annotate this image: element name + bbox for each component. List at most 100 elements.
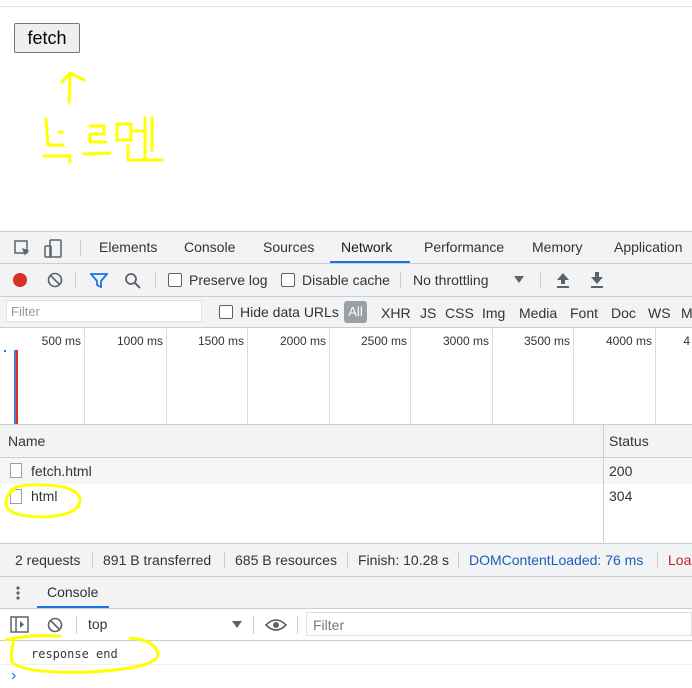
request-status: 304 bbox=[609, 488, 633, 504]
drawer-tabbar: Console bbox=[0, 577, 692, 609]
active-tab-indicator bbox=[330, 261, 410, 263]
tab-performance[interactable]: Performance bbox=[424, 232, 504, 263]
preserve-log-label: Preserve log bbox=[189, 272, 268, 288]
column-divider bbox=[603, 458, 604, 542]
throttling-select[interactable]: No throttling bbox=[413, 272, 488, 288]
tab-elements[interactable]: Elements bbox=[99, 232, 157, 263]
type-filter-img[interactable]: Img bbox=[482, 297, 505, 327]
summary-divider bbox=[347, 552, 348, 568]
handwritten-annotation bbox=[42, 71, 164, 164]
toolbar-divider bbox=[155, 272, 156, 288]
load-marker bbox=[16, 350, 18, 424]
disable-cache-label: Disable cache bbox=[302, 272, 390, 288]
timeline-tick-label: 4 bbox=[683, 334, 690, 348]
toolbar-divider bbox=[400, 272, 401, 288]
table-row[interactable]: html 304 bbox=[0, 484, 692, 510]
console-filter-input[interactable]: Filter bbox=[306, 612, 692, 636]
chevron-down-icon bbox=[514, 276, 524, 283]
resources-size: 685 B resources bbox=[235, 552, 337, 568]
chevron-down-icon bbox=[232, 621, 242, 628]
column-divider bbox=[603, 425, 604, 457]
type-filter-css[interactable]: CSS bbox=[445, 297, 474, 327]
disable-cache-checkbox[interactable] bbox=[281, 273, 295, 287]
toolbar-divider bbox=[540, 272, 541, 288]
arrow-up-icon bbox=[60, 71, 86, 104]
console-filter-placeholder: Filter bbox=[313, 617, 345, 633]
filter-icon[interactable] bbox=[90, 272, 108, 288]
timeline-tick-label: 3000 ms bbox=[442, 334, 489, 348]
import-har-icon[interactable] bbox=[555, 271, 571, 289]
clear-console-icon[interactable] bbox=[47, 617, 63, 633]
device-toolbar-icon[interactable] bbox=[44, 239, 64, 259]
console-toolbar: top Filter bbox=[0, 609, 692, 641]
tab-sources[interactable]: Sources bbox=[263, 232, 314, 263]
request-name: fetch.html bbox=[31, 463, 92, 479]
request-bar bbox=[4, 350, 6, 352]
tab-application[interactable]: Application bbox=[614, 232, 683, 263]
timeline-tick-label: 500 ms bbox=[41, 334, 81, 348]
timeline-tick-label: 2000 ms bbox=[279, 334, 326, 348]
domcontentloaded-time: DOMContentLoaded: 76 ms bbox=[469, 552, 644, 568]
hide-data-urls-label: Hide data URLs bbox=[240, 304, 339, 320]
type-filter-all[interactable]: All bbox=[344, 301, 367, 323]
console-message-divider bbox=[0, 664, 692, 665]
devtools-tabbar: Elements Console Sources Network Perform… bbox=[0, 232, 692, 264]
type-filter-ws[interactable]: WS bbox=[648, 297, 671, 327]
network-overview-timeline[interactable]: 500 ms 1000 ms 1500 ms 2000 ms 2500 ms 3… bbox=[0, 328, 692, 425]
summary-divider bbox=[458, 552, 459, 568]
table-row[interactable]: fetch.html 200 bbox=[0, 458, 692, 484]
console-toolbar-divider bbox=[253, 616, 254, 634]
live-expression-eye-icon[interactable] bbox=[265, 618, 287, 632]
type-filter-media[interactable]: Media bbox=[519, 297, 557, 327]
type-filter-font[interactable]: Font bbox=[570, 297, 598, 327]
finish-time: Finish: 10.28 s bbox=[358, 552, 450, 568]
console-message: response end bbox=[31, 647, 118, 661]
network-toolbar: Preserve log Disable cache No throttling bbox=[0, 264, 692, 297]
type-filter-xhr[interactable]: XHR bbox=[381, 297, 411, 327]
transferred-size: 891 B transferred bbox=[103, 552, 212, 568]
clear-icon[interactable] bbox=[47, 272, 63, 288]
network-summary-bar: 2 requests 891 B transferred 685 B resou… bbox=[0, 543, 692, 577]
tab-console[interactable]: Console bbox=[184, 232, 235, 263]
toolbar-divider bbox=[75, 272, 76, 288]
timeline-tick-label: 2500 ms bbox=[360, 334, 407, 348]
console-toolbar-divider bbox=[76, 616, 77, 634]
document-icon bbox=[10, 489, 22, 504]
tabbar-divider bbox=[80, 240, 81, 256]
network-filter-row: Filter Hide data URLs All XHR JS CSS Img… bbox=[0, 297, 692, 328]
more-tools-icon[interactable] bbox=[15, 585, 21, 601]
drawer-tab-console[interactable]: Console bbox=[47, 577, 98, 608]
timeline-tick-label: 1500 ms bbox=[197, 334, 244, 348]
timeline-tick-label: 4000 ms bbox=[605, 334, 652, 348]
summary-divider bbox=[657, 552, 658, 568]
console-toolbar-divider bbox=[297, 616, 298, 634]
timeline-tick-label: 3500 ms bbox=[523, 334, 570, 348]
execution-context-select[interactable]: top bbox=[88, 616, 107, 632]
document-icon bbox=[10, 463, 22, 478]
load-time: Load bbox=[668, 552, 692, 568]
summary-divider bbox=[92, 552, 93, 568]
request-status: 200 bbox=[609, 463, 633, 479]
export-har-icon[interactable] bbox=[589, 271, 605, 289]
hide-data-urls-checkbox[interactable] bbox=[219, 305, 233, 319]
active-drawer-tab-indicator bbox=[37, 606, 109, 608]
request-name: html bbox=[31, 488, 58, 504]
inspect-element-icon[interactable] bbox=[14, 240, 32, 258]
type-filter-manifest[interactable]: M bbox=[681, 297, 692, 327]
type-filter-doc[interactable]: Doc bbox=[611, 297, 636, 327]
request-table-header: Name Status bbox=[0, 425, 692, 458]
column-header-status[interactable]: Status bbox=[609, 433, 649, 449]
filter-input[interactable]: Filter bbox=[6, 300, 202, 322]
tab-memory[interactable]: Memory bbox=[532, 232, 583, 263]
requests-count: 2 requests bbox=[15, 552, 81, 568]
console-sidebar-icon[interactable] bbox=[10, 616, 30, 634]
search-icon[interactable] bbox=[124, 272, 142, 290]
timeline-tick-label: 1000 ms bbox=[116, 334, 163, 348]
type-filter-js[interactable]: JS bbox=[420, 297, 436, 327]
column-header-name[interactable]: Name bbox=[8, 433, 45, 449]
console-prompt-icon[interactable]: › bbox=[11, 667, 16, 685]
preserve-log-checkbox[interactable] bbox=[168, 273, 182, 287]
summary-divider bbox=[224, 552, 225, 568]
record-icon[interactable] bbox=[12, 272, 28, 288]
tab-network[interactable]: Network bbox=[341, 232, 392, 263]
